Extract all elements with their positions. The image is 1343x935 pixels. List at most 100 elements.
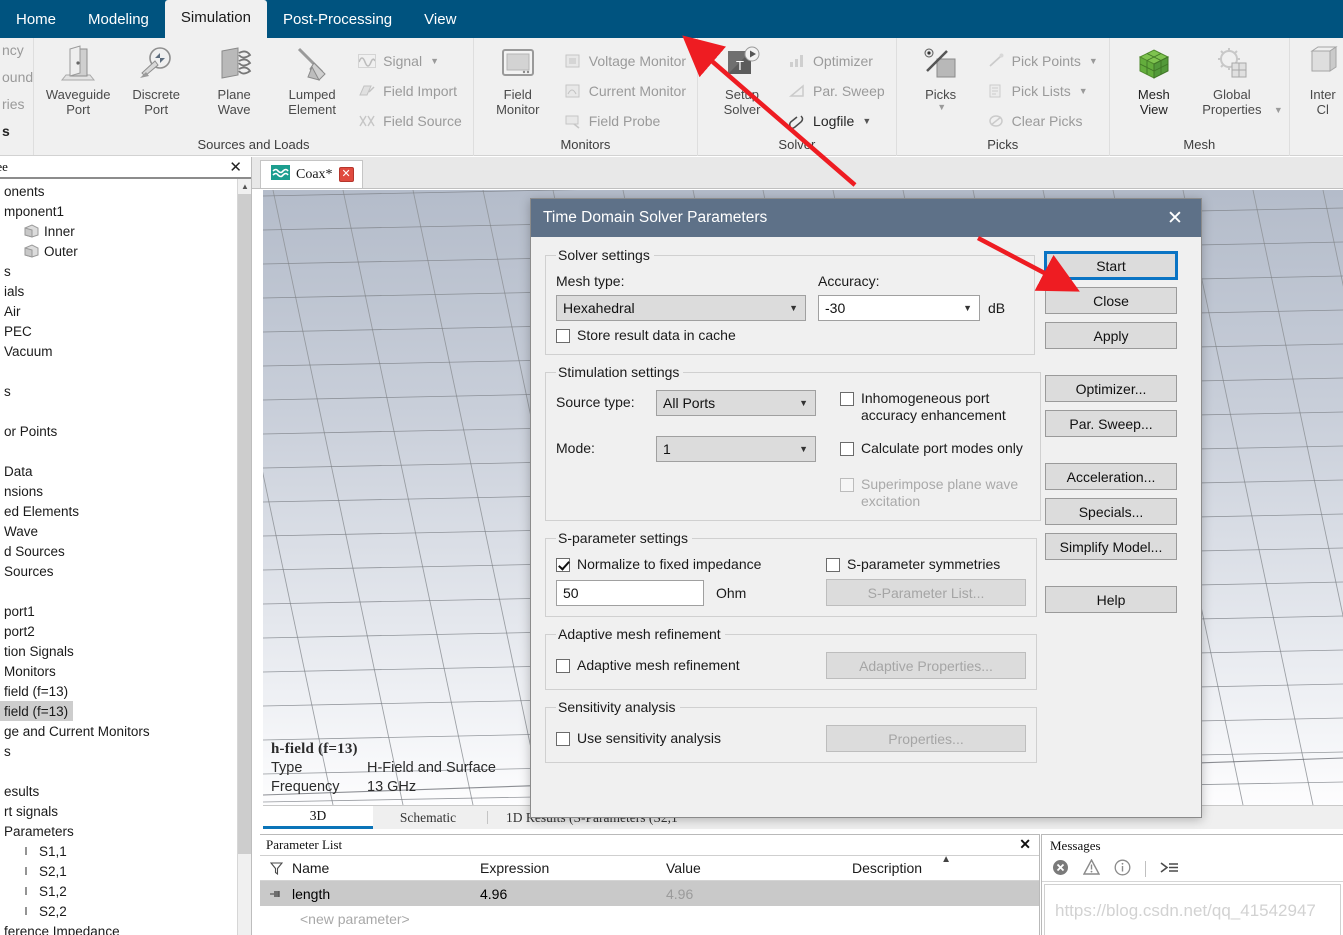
tree-item[interactable]: tion Signals: [0, 641, 251, 661]
messages-list[interactable]: https://blog.csdn.net/qq_41542947: [1044, 884, 1341, 935]
impedance-input[interactable]: [556, 579, 704, 606]
apply-button[interactable]: Apply: [1045, 322, 1177, 349]
tree-item[interactable]: port1: [0, 601, 251, 621]
simplify-model-button[interactable]: Simplify Model...: [1045, 533, 1177, 560]
current-monitor-menu-item[interactable]: Current Monitor: [558, 76, 691, 105]
chevron-down-icon[interactable]: ▼: [862, 116, 871, 126]
tree-item[interactable]: nsions: [0, 481, 251, 501]
tree-item[interactable]: [0, 441, 251, 461]
field-monitor-button[interactable]: Field Monitor: [480, 42, 556, 117]
plane-wave-button[interactable]: Plane Wave: [196, 42, 272, 117]
view-tab-3d[interactable]: 3D: [263, 806, 373, 829]
tree-item[interactable]: s: [0, 381, 251, 401]
logfile-menu-item[interactable]: Logfile ▼: [782, 106, 890, 135]
acceleration-button[interactable]: Acceleration...: [1045, 463, 1177, 490]
chevron-down-icon[interactable]: ▼: [937, 102, 946, 112]
tree-item[interactable]: rt signals: [0, 801, 251, 821]
tree-item[interactable]: Outer: [0, 241, 251, 261]
tree-item[interactable]: S1,2: [0, 881, 251, 901]
clear-picks-menu-item[interactable]: Clear Picks: [981, 106, 1103, 135]
specials-button[interactable]: Specials...: [1045, 498, 1177, 525]
ribbon-clipped-background[interactable]: ound: [0, 65, 33, 92]
info-icon[interactable]: [1114, 859, 1131, 879]
store-result-cache-checkbox[interactable]: Store result data in cache: [556, 327, 736, 344]
ribbon-clipped-frequency[interactable]: ncy: [0, 38, 33, 65]
tab-post-processing[interactable]: Post-Processing: [267, 2, 408, 38]
column-header-value[interactable]: Value: [658, 860, 844, 876]
scroll-up-icon[interactable]: ▲: [238, 179, 251, 194]
tree-item[interactable]: ials: [0, 281, 251, 301]
global-properties-button[interactable]: Global Properties: [1194, 42, 1270, 117]
help-button[interactable]: Help: [1045, 586, 1177, 613]
tree-item[interactable]: Inner: [0, 221, 251, 241]
tree-item[interactable]: S2,2: [0, 901, 251, 921]
table-row[interactable]: length 4.96 4.96: [260, 881, 1039, 906]
par-sweep-button[interactable]: Par. Sweep...: [1045, 410, 1177, 437]
chevron-down-icon[interactable]: ▼: [430, 56, 439, 66]
accuracy-select[interactable]: -30: [818, 295, 980, 321]
chevron-down-icon[interactable]: ▼: [1274, 105, 1283, 115]
waveguide-port-button[interactable]: Waveguide Port: [40, 42, 116, 117]
close-icon[interactable]: ✕: [1155, 201, 1195, 235]
tree-item[interactable]: field (f=13): [0, 681, 251, 701]
document-tab-coax[interactable]: Coax* ✕: [260, 160, 363, 188]
field-import-menu-item[interactable]: Field Import: [352, 76, 467, 105]
optimizer-button[interactable]: Optimizer...: [1045, 375, 1177, 402]
ribbon-clipped-boundaries[interactable]: ries: [0, 92, 33, 119]
tree-item[interactable]: onents: [0, 181, 251, 201]
tab-view[interactable]: View: [408, 2, 472, 38]
tree-item[interactable]: esults: [0, 781, 251, 801]
tree-item[interactable]: field (f=13): [0, 701, 74, 721]
tree-item[interactable]: s: [0, 741, 251, 761]
discrete-port-button[interactable]: Discrete Port: [118, 42, 194, 117]
tree-item[interactable]: s: [0, 261, 251, 281]
warning-icon[interactable]: [1082, 858, 1101, 878]
mesh-type-select[interactable]: Hexahedral: [556, 295, 806, 321]
tab-modeling[interactable]: Modeling: [72, 2, 165, 38]
tree-item[interactable]: ge and Current Monitors: [0, 721, 251, 741]
filter-icon[interactable]: [260, 861, 284, 875]
tree-item[interactable]: S2,1: [0, 861, 251, 881]
tree-item[interactable]: [0, 401, 251, 421]
tree-item[interactable]: Parameters: [0, 821, 251, 841]
tree-item[interactable]: [0, 361, 251, 381]
chevron-down-icon[interactable]: ▼: [1089, 56, 1098, 66]
tree-item[interactable]: Data: [0, 461, 251, 481]
mode-select[interactable]: 1: [656, 436, 816, 462]
tab-home[interactable]: Home: [0, 2, 72, 38]
tree-item[interactable]: mponent1: [0, 201, 251, 221]
tree-item[interactable]: Wave: [0, 521, 251, 541]
intersection-check-button[interactable]: Inter Cl: [1296, 42, 1343, 117]
tab-simulation[interactable]: Simulation: [164, 0, 267, 38]
column-header-description[interactable]: Description ▲: [844, 854, 1039, 876]
close-icon[interactable]: ✕: [338, 167, 354, 182]
tree-item[interactable]: Sources: [0, 561, 251, 581]
tree-item[interactable]: Vacuum: [0, 341, 251, 361]
tree-item[interactable]: S1,1: [0, 841, 251, 861]
tree-item[interactable]: or Points: [0, 421, 251, 441]
tree-item[interactable]: Air: [0, 301, 251, 321]
par-sweep-menu-item[interactable]: Par. Sweep: [782, 76, 890, 105]
error-icon[interactable]: [1052, 859, 1069, 879]
s-parameter-symmetries-checkbox[interactable]: S-parameter symmetries: [826, 556, 1000, 573]
tree-item[interactable]: ed Elements: [0, 501, 251, 521]
tree-item[interactable]: ference Impedance: [0, 921, 251, 935]
use-sensitivity-analysis-checkbox[interactable]: Use sensitivity analysis: [556, 730, 826, 747]
close-icon[interactable]: ✕: [1019, 837, 1031, 854]
dialog-title-bar[interactable]: Time Domain Solver Parameters ✕: [531, 199, 1201, 237]
parameter-expression[interactable]: 4.96: [472, 886, 658, 902]
picks-button[interactable]: Picks ▼: [903, 42, 979, 112]
view-tab-schematic[interactable]: Schematic: [373, 806, 483, 829]
navigation-tree-body[interactable]: onents mponent1 Inner Outer s ials Air PEC Vacuu…: [0, 179, 251, 935]
column-header-expression[interactable]: Expression: [472, 860, 658, 876]
source-type-select[interactable]: All Ports: [656, 390, 816, 416]
start-button[interactable]: Start: [1044, 251, 1178, 280]
tree-item[interactable]: [0, 761, 251, 781]
chevron-down-icon[interactable]: ▼: [1079, 86, 1088, 96]
lumped-element-button[interactable]: Lumped Element: [274, 42, 350, 117]
inhomogeneous-port-accuracy-checkbox[interactable]: Inhomogeneous port accuracy enhancement: [840, 390, 1030, 424]
pick-lists-menu-item[interactable]: Pick Lists ▼: [981, 76, 1103, 105]
new-parameter-row[interactable]: <new parameter>: [260, 906, 1039, 931]
pick-points-menu-item[interactable]: Pick Points ▼: [981, 46, 1103, 75]
close-icon[interactable]: ✕: [226, 158, 245, 177]
